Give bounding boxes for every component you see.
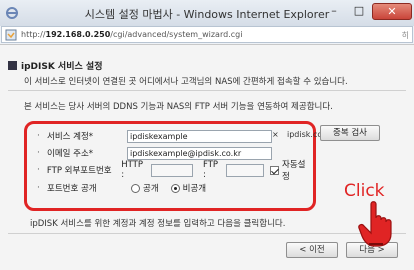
browser-window: 시스템 설정 마법사 - Windows Internet Explorer –… (0, 0, 414, 270)
bullet: · (37, 131, 40, 141)
duplicate-check-button[interactable]: 중복 검사 (320, 125, 380, 141)
ftp-port-label: FTP 외부포트번호 (46, 166, 112, 176)
section-title: ipDISK 서비스 설정 (8, 59, 102, 72)
maximize-button[interactable]: □ (348, 3, 370, 20)
prev-button[interactable]: < 이전 (286, 242, 338, 258)
bullet: · (37, 148, 40, 158)
url-text: http://192.168.0.250/cgi/advanced/system… (21, 30, 243, 39)
address-bar[interactable]: http://192.168.0.250/cgi/advanced/system… (1, 26, 413, 43)
footer-instruction: ipDISK 서비스를 위한 계정과 계정 정보를 입력하고 다음을 클릭합니다… (30, 219, 286, 229)
private-option-label: 비공개 (182, 184, 207, 194)
service-account-input[interactable]: ipdiskexample (127, 129, 272, 143)
ftp-port-row: · FTP 외부포트번호 HTTP : FTP : 자동설정 (37, 160, 313, 182)
port-public-row: · 포트번호 공개 공개 비공개 (37, 181, 206, 195)
bullet: · (37, 165, 40, 175)
divider (8, 233, 406, 234)
port-public-label: 포트번호 공개 (47, 184, 97, 194)
highlighted-form: · 서비스 계정* ipdiskexample × ipdisk.co.kr ·… (24, 121, 333, 211)
click-annotation: Click (344, 181, 385, 201)
auto-setting-checkbox[interactable] (270, 165, 280, 175)
auto-setting-label: 자동설정 (282, 160, 306, 182)
section-description: 이 서비스로 인터넷이 연결된 곳 어디에서나 고객님의 NAS에 간편하게 접… (24, 77, 348, 87)
pointing-hand-icon (358, 201, 392, 247)
public-option-label: 공개 (143, 184, 159, 194)
email-row: · 이메일 주소* ipdiskexample@ipdisk.co.kr (37, 146, 272, 160)
ftp-port-input[interactable] (226, 163, 265, 177)
section-icon (8, 61, 17, 70)
public-radio[interactable] (131, 183, 140, 193)
http-label: HTTP : (121, 160, 143, 180)
email-input[interactable]: ipdiskexample@ipdisk.co.kr (127, 146, 272, 160)
bullet: · (37, 183, 40, 193)
divider (8, 90, 406, 91)
service-note: 본 서비스는 당사 서버의 DDNS 기능과 NAS의 FTP 서버 기능을 연… (24, 102, 333, 112)
service-account-label: 서비스 계정* (47, 132, 94, 142)
page-icon (5, 29, 17, 41)
clear-icon[interactable]: × (272, 130, 279, 139)
address-right-marker: 히 (401, 31, 409, 40)
private-radio[interactable] (170, 183, 180, 193)
service-account-row: · 서비스 계정* ipdiskexample × ipdisk.co.kr (37, 129, 333, 143)
wizard-content: ipDISK 서비스 설정 이 서비스로 인터넷이 연결된 곳 어디에서나 고객… (0, 44, 414, 270)
minimize-button[interactable]: – (322, 3, 346, 20)
ftp-label: FTP : (202, 160, 219, 180)
title-bar: 시스템 설정 마법사 - Windows Internet Explorer –… (0, 0, 414, 26)
close-button[interactable]: ✕ (372, 3, 412, 20)
http-port-input[interactable] (151, 163, 193, 177)
email-label: 이메일 주소* (47, 149, 94, 159)
